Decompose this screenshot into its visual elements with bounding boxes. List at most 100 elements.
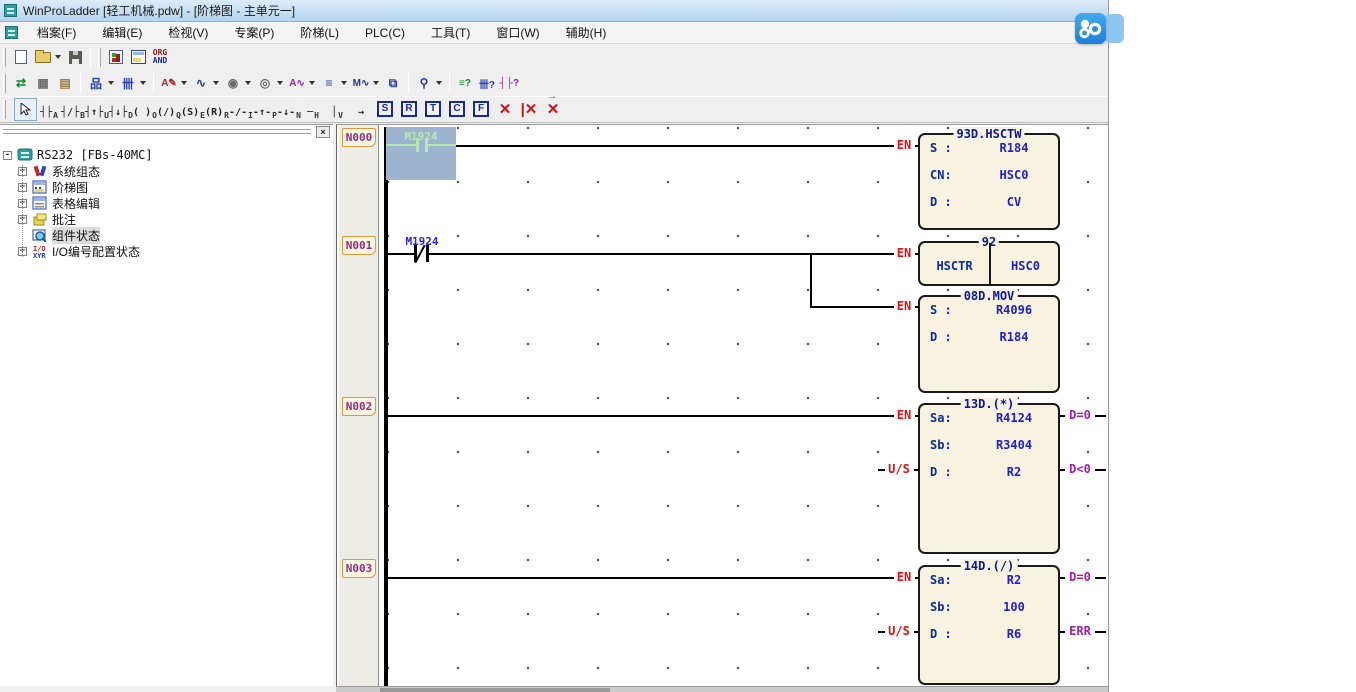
tool-pulse-falling[interactable]: -↓-N: [277, 98, 301, 121]
tree-item-table-edit[interactable]: + 表格编辑: [0, 195, 333, 211]
tool-counter-instruction[interactable]: C: [449, 101, 465, 117]
toolbar-grip[interactable]: [3, 74, 6, 93]
menu-plc[interactable]: PLC(C): [352, 22, 418, 44]
open-file-button[interactable]: [32, 46, 54, 68]
panel-grip[interactable]: [3, 132, 311, 134]
panel-grip[interactable]: [3, 128, 311, 130]
function-block-divide[interactable]: 14D.(/) Sa:R2 Sb:100 D :R6: [918, 565, 1060, 685]
tool-contact-nc[interactable]: ┤/├B: [61, 98, 85, 121]
signal-m-button[interactable]: M∿: [350, 72, 372, 94]
horizontal-scrollbar[interactable]: [336, 686, 1108, 692]
tool-contact-no[interactable]: ┤├A: [37, 98, 61, 121]
tree-item-comments[interactable]: + 批注: [0, 211, 333, 227]
function-block-hsctr[interactable]: 92 HSCTR HSC0: [918, 241, 1060, 286]
annotation-edit-button[interactable]: A✎: [158, 72, 180, 94]
menu-view[interactable]: 检视(V): [155, 22, 221, 44]
open-dropdown-icon[interactable]: [55, 55, 61, 59]
dropdown-icon[interactable]: [341, 81, 347, 85]
tool-contact-rising[interactable]: ┤↑├U: [85, 98, 109, 121]
dropdown-icon[interactable]: [373, 81, 379, 85]
dropdown-icon[interactable]: [277, 81, 283, 85]
rung-wire[interactable]: [429, 253, 894, 255]
list-edit-button[interactable]: ≡: [318, 72, 340, 94]
dropdown-icon[interactable]: [108, 81, 114, 85]
table-cut-button[interactable]: ⧉: [382, 72, 404, 94]
rung-wire[interactable]: [388, 253, 414, 255]
function-block-mov[interactable]: 08D.MOV S :R4096 D :R184: [918, 295, 1060, 393]
child-window-icon[interactable]: [5, 26, 18, 39]
dropdown-icon[interactable]: [140, 81, 146, 85]
select-cursor-button[interactable]: [14, 98, 37, 121]
ladder-window-button[interactable]: [127, 46, 149, 68]
menu-project[interactable]: 专案(P): [221, 22, 287, 44]
panel-header[interactable]: ×: [0, 125, 333, 139]
tool-contact-falling[interactable]: ┤↓├D: [109, 98, 133, 121]
tree-item-io-config-status[interactable]: + I/OXYR I/O编号配置状态: [0, 243, 333, 259]
param-value[interactable]: R2: [978, 465, 1050, 479]
dropdown-icon[interactable]: [181, 81, 187, 85]
tree-item-component-status[interactable]: 组件状态: [0, 227, 333, 243]
param-value[interactable]: HSC0: [978, 168, 1050, 182]
scrollbar-thumb[interactable]: [380, 688, 610, 692]
param-value[interactable]: R184: [978, 141, 1050, 155]
network-label-n000[interactable]: N000: [342, 128, 376, 147]
block-cell-right[interactable]: HSC0: [991, 259, 1060, 273]
new-file-button[interactable]: [10, 46, 32, 68]
ladder-query-button[interactable]: 卌?: [476, 72, 498, 94]
menu-ladder[interactable]: 阶梯(L): [287, 22, 352, 44]
delete-row-button[interactable]: →✕: [541, 100, 565, 118]
tool-invert[interactable]: -/-I: [229, 98, 253, 121]
param-value[interactable]: R4096: [978, 303, 1050, 317]
selected-contact-m1924[interactable]: M1924: [386, 127, 456, 180]
menu-tools[interactable]: 工具(T): [418, 22, 483, 44]
tool-coil-set[interactable]: (S)E: [181, 98, 205, 121]
menu-edit[interactable]: 编辑(E): [89, 22, 155, 44]
org-and-view-button[interactable]: ORG AND: [149, 46, 171, 68]
toolbar-grip[interactable]: [3, 100, 6, 119]
dropdown-icon[interactable]: [213, 81, 219, 85]
tool-coil[interactable]: ( )O: [133, 98, 157, 121]
menu-help[interactable]: 辅助(H): [553, 22, 620, 44]
tree-item-system-config[interactable]: + 系统组态: [0, 163, 333, 179]
function-block-multiply[interactable]: 13D.(*) Sa:R4124 Sb:R3404 D :R2: [918, 403, 1060, 554]
menu-window[interactable]: 窗口(W): [483, 22, 552, 44]
delete-element-button[interactable]: ✕: [493, 100, 517, 118]
param-value[interactable]: R184: [978, 330, 1050, 344]
dropdown-icon[interactable]: [436, 81, 442, 85]
desktop-icon-partial[interactable]: [1104, 14, 1124, 43]
param-value[interactable]: R6: [978, 627, 1050, 641]
dropdown-icon[interactable]: [309, 81, 315, 85]
network-label-n002[interactable]: N002: [342, 397, 376, 416]
function-block-hsctw[interactable]: 93D.HSCTW S :R184 CN:HSC0 D :CV: [918, 133, 1060, 230]
toolbar-grip[interactable]: [98, 48, 101, 67]
toolbar-grip[interactable]: [3, 48, 6, 67]
tree-root[interactable]: - RS232 [FBs-40MC]: [0, 147, 333, 163]
param-value[interactable]: R2: [978, 573, 1050, 587]
rung-wire[interactable]: [388, 577, 894, 579]
tool-function-instruction[interactable]: F: [473, 101, 489, 117]
network-label-n003[interactable]: N003: [342, 559, 376, 578]
tool-set-instruction[interactable]: S: [377, 101, 393, 117]
component-dialog-button[interactable]: [105, 46, 127, 68]
mcu-config-button[interactable]: ▦: [32, 72, 54, 94]
zoom-document-button[interactable]: ⚲: [413, 72, 435, 94]
tool-coil-reset[interactable]: (R)R: [205, 98, 229, 121]
collapse-icon[interactable]: -: [3, 151, 12, 160]
ladder-canvas[interactable]: N000 N001 N002 N003 M1924 EN 93D.HSCTW S…: [336, 124, 1108, 686]
tree-item-ladder-diagram[interactable]: + 阶梯图: [0, 179, 333, 195]
tool-coil-not[interactable]: (/)Q: [157, 98, 181, 121]
rung-wire[interactable]: [388, 415, 894, 417]
title-bar[interactable]: WinProLadder [轻工机械.pdw] - [阶梯图 - 主单元一]: [0, 0, 1108, 22]
save-button[interactable]: [64, 46, 86, 68]
signal-wave-button[interactable]: ∿: [190, 72, 212, 94]
motor-monitor-a-button[interactable]: ◉: [222, 72, 244, 94]
tool-timer-instruction[interactable]: T: [425, 101, 441, 117]
tool-reset-instruction[interactable]: R: [401, 101, 417, 117]
tool-continue-arrow[interactable]: →: [349, 98, 373, 121]
param-value[interactable]: R3404: [978, 438, 1050, 452]
project-tree-button[interactable]: 品: [85, 72, 107, 94]
dropdown-icon[interactable]: [245, 81, 251, 85]
param-value[interactable]: CV: [978, 195, 1050, 209]
status-query-button[interactable]: ≡?: [454, 72, 476, 94]
network-label-n001[interactable]: N001: [342, 236, 376, 255]
